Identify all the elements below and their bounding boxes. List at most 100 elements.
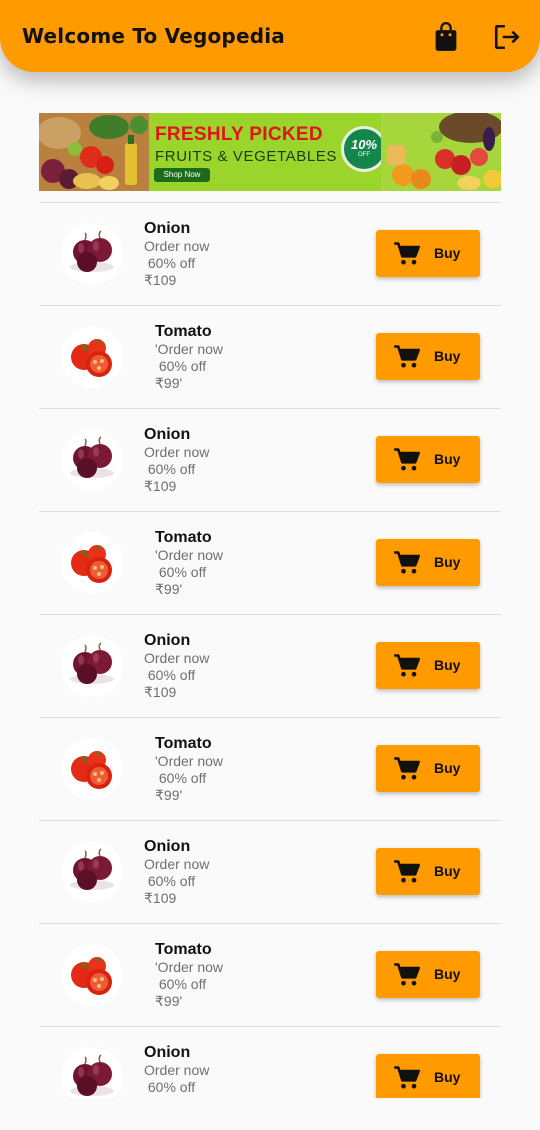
product-image xyxy=(61,223,123,285)
product-row: Onion Order now 60% off ₹109 Buy xyxy=(39,614,501,717)
product-order-text: 'Order now xyxy=(155,959,224,975)
shop-now-button[interactable]: Shop Now xyxy=(154,168,210,182)
buy-button[interactable]: Buy xyxy=(376,642,480,689)
product-row: Tomato 'Order now 60% off ₹99' Buy xyxy=(39,717,501,820)
product-info: Tomato 'Order now 60% off ₹99' xyxy=(155,734,223,804)
product-name: Tomato xyxy=(155,323,212,340)
product-price: ₹99' xyxy=(155,993,183,1009)
badge-off-label: OFF xyxy=(358,152,370,158)
onion-icon xyxy=(70,1054,114,1096)
buy-label: Buy xyxy=(434,451,461,467)
badge-percent: 10% xyxy=(350,137,378,152)
banner-subline: FRUITS & VEGETABLES xyxy=(155,148,337,165)
buy-button[interactable]: Buy xyxy=(376,1054,480,1098)
buy-label: Buy xyxy=(434,760,461,776)
product-info: Onion Order now 60% off ₹109 xyxy=(144,631,209,701)
product-row: Onion Order now 60% off ₹109 Buy xyxy=(39,202,501,305)
logout-icon[interactable] xyxy=(493,22,521,52)
product-info: Onion Order now 60% off ₹109 xyxy=(144,425,209,495)
shopping-cart-icon xyxy=(394,963,420,986)
product-discount: 60% off xyxy=(155,564,207,580)
product-image xyxy=(61,841,123,903)
product-order-text: Order now xyxy=(144,444,210,460)
product-image xyxy=(61,635,123,697)
product-discount: 60% off xyxy=(155,770,207,786)
shopping-bag-icon[interactable] xyxy=(432,22,460,52)
buy-label: Buy xyxy=(434,348,461,364)
product-discount: 60% off xyxy=(155,358,207,374)
product-price: ₹109 xyxy=(144,478,177,494)
tomato-icon xyxy=(71,545,112,583)
product-order-text: 'Order now xyxy=(155,547,224,563)
product-row: Tomato 'Order now 60% off ₹99' Buy xyxy=(39,305,501,408)
shopping-cart-icon xyxy=(394,345,420,368)
shopping-cart-icon xyxy=(394,860,420,883)
shopping-cart-icon xyxy=(394,1066,420,1089)
product-price: ₹99' xyxy=(155,787,183,803)
buy-button[interactable]: Buy xyxy=(376,745,480,792)
product-discount: 60% off xyxy=(144,255,196,271)
buy-button[interactable]: Buy xyxy=(376,539,480,586)
product-order-text: 'Order now xyxy=(155,753,224,769)
buy-label: Buy xyxy=(434,966,461,982)
product-price: ₹109 xyxy=(144,890,177,906)
product-order-text: Order now xyxy=(144,650,210,666)
tomato-icon xyxy=(71,957,112,995)
onion-icon xyxy=(70,436,114,478)
buy-label: Buy xyxy=(434,1069,461,1085)
product-discount: 60% off xyxy=(144,667,196,683)
buy-label: Buy xyxy=(434,554,461,570)
product-list[interactable]: Onion Order now 60% off ₹109 Buy Tomato … xyxy=(39,202,501,1098)
product-row: Tomato 'Order now 60% off ₹99' Buy xyxy=(39,511,501,614)
buy-button[interactable]: Buy xyxy=(376,436,480,483)
onion-icon xyxy=(70,848,114,890)
buy-label: Buy xyxy=(434,657,461,673)
onion-icon xyxy=(70,230,114,272)
product-image xyxy=(61,1047,123,1098)
product-order-text: 'Order now xyxy=(155,341,224,357)
product-name: Onion xyxy=(144,1044,191,1061)
product-info: Tomato 'Order now 60% off ₹99' xyxy=(155,322,223,392)
product-image xyxy=(61,532,123,594)
product-info: Onion Order now 60% off ₹109 xyxy=(144,219,209,289)
product-name: Onion xyxy=(144,632,191,649)
app-title: Welcome To Vegopedia xyxy=(22,24,285,48)
product-row: Onion Order now 60% off ₹109 Buy xyxy=(39,408,501,511)
product-row: Onion Order now 60% off ₹109 Buy xyxy=(39,820,501,923)
product-image xyxy=(61,944,123,1006)
product-discount: 60% off xyxy=(144,461,196,477)
product-order-text: Order now xyxy=(144,1062,210,1078)
product-discount: 60% off xyxy=(144,1079,196,1095)
buy-label: Buy xyxy=(434,245,461,261)
product-name: Onion xyxy=(144,220,191,237)
product-image xyxy=(61,738,123,800)
product-name: Tomato xyxy=(155,941,212,958)
buy-button[interactable]: Buy xyxy=(376,333,480,380)
buy-button[interactable]: Buy xyxy=(376,951,480,998)
product-discount: 60% off xyxy=(155,976,207,992)
product-row: Tomato 'Order now 60% off ₹99' Buy xyxy=(39,923,501,1026)
product-discount: 60% off xyxy=(144,873,196,889)
product-price: ₹99' xyxy=(155,581,183,597)
product-name: Onion xyxy=(144,426,191,443)
shopping-cart-icon xyxy=(394,242,420,265)
fruit-pile-image xyxy=(381,113,501,191)
product-info: Onion Order now 60% off ₹109 xyxy=(144,837,209,907)
product-order-text: Order now xyxy=(144,238,210,254)
app-bar: Welcome To Vegopedia xyxy=(0,0,540,72)
product-price: ₹109 xyxy=(144,684,177,700)
buy-button[interactable]: Buy xyxy=(376,230,480,277)
promo-banner[interactable]: FRESHLY PICKED FRUITS & VEGETABLES Shop … xyxy=(39,113,501,191)
onion-icon xyxy=(70,642,114,684)
product-name: Onion xyxy=(144,838,191,855)
product-row: Onion Order now 60% off ₹109 Buy xyxy=(39,1026,501,1098)
buy-button[interactable]: Buy xyxy=(376,848,480,895)
shopping-cart-icon xyxy=(394,551,420,574)
vegetable-basket-image xyxy=(39,113,149,191)
product-info: Tomato 'Order now 60% off ₹99' xyxy=(155,940,223,1010)
product-image xyxy=(61,429,123,491)
product-name: Tomato xyxy=(155,735,212,752)
product-info: Onion Order now 60% off ₹109 xyxy=(144,1043,209,1098)
product-price: ₹109 xyxy=(144,1096,209,1098)
product-order-text: Order now xyxy=(144,856,210,872)
